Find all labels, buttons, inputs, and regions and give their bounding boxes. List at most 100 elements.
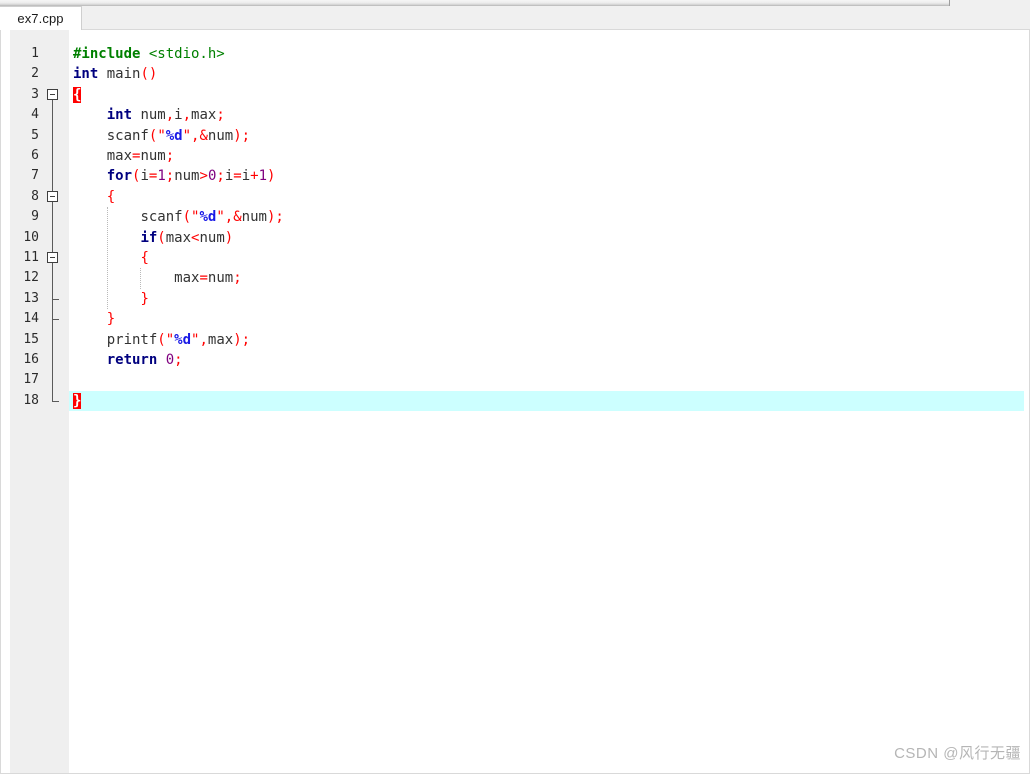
line-number: 16 (23, 352, 39, 367)
code-line: printf("%d",max); (103, 330, 250, 350)
code-token: i (241, 168, 251, 185)
line-number: 17 (23, 372, 39, 388)
code-token: max (106, 148, 133, 164)
indent-guide-if-block (140, 268, 142, 289)
code-token: , (199, 331, 208, 348)
code-token: ; (233, 270, 242, 287)
code-token: max (207, 331, 234, 348)
code-token: int (106, 107, 133, 124)
line-number-gutter[interactable]: 1 2 3 4 5 6 7 8 9 10 11 12 13 14 15 16 17 18 (10, 30, 69, 773)
code-line: #include <stdio.h> (69, 44, 225, 64)
code-token: ; (241, 331, 251, 348)
tab-bar: ex7.cpp (0, 6, 1030, 30)
code-line: int num,i,max; (103, 105, 225, 125)
code-token: 1 (258, 168, 267, 185)
line-number: 15 (23, 331, 39, 347)
code-token: scanf (140, 209, 183, 226)
code-token: num (174, 168, 200, 185)
tab-label: ex7.cpp (17, 11, 64, 26)
code-token: , (182, 107, 192, 124)
code-token: 0 (165, 352, 175, 368)
code-token: num (199, 229, 225, 246)
code-token: i (140, 168, 149, 185)
code-token: > (199, 168, 208, 185)
line-number: 18 (23, 392, 39, 408)
code-token: , (224, 209, 234, 226)
code-token: ; (174, 352, 183, 368)
watermark-text: CSDN @风行无疆 (894, 745, 1021, 762)
tab-ex7-cpp[interactable]: ex7.cpp (0, 6, 82, 30)
code-token: scanf (106, 127, 149, 144)
code-line: max=num; (170, 268, 241, 288)
line-number: 2 (31, 66, 39, 82)
code-token: & (199, 127, 208, 144)
line-number: 4 (31, 107, 39, 123)
code-token: #include (73, 46, 149, 62)
code-token: printf (106, 331, 158, 348)
code-token: %d (174, 331, 192, 348)
tab-strip-background (0, 23, 1030, 30)
code-token: max (174, 270, 200, 287)
line-number: 13 (23, 290, 39, 306)
code-line: } (69, 391, 82, 411)
code-text-area[interactable]: #include <stdio.h> int main(){int num,i,m… (69, 30, 1029, 773)
code-token: for (106, 168, 133, 185)
line-number: 9 (31, 209, 39, 225)
code-token: ) (224, 229, 234, 246)
code-token: num (207, 127, 234, 144)
code-editor[interactable]: 1 2 3 4 5 6 7 8 9 10 11 12 13 14 15 16 17 18 #include <st… (0, 30, 1030, 774)
code-line: max=num; (103, 146, 174, 166)
code-token: return (106, 352, 158, 368)
code-token: i (224, 168, 234, 185)
line-number: 5 (31, 127, 39, 143)
code-token: { (106, 188, 116, 205)
code-token: ) (233, 127, 242, 144)
line-number: 12 (23, 270, 39, 286)
line-number: 10 (23, 229, 39, 245)
code-token: } (140, 290, 149, 307)
code-token: int (73, 66, 99, 83)
code-token: ( (157, 229, 166, 246)
code-token: } (106, 311, 116, 328)
code-line: } (103, 309, 115, 329)
code-line: } (136, 289, 148, 309)
indent-guide-for-block (106, 207, 109, 310)
code-line: return 0; (103, 350, 183, 370)
code-token: <stdio.h> (148, 46, 225, 62)
code-token: " (182, 127, 192, 144)
code-token: num (140, 148, 166, 164)
code-line: { (103, 187, 115, 207)
code-line: scanf("%d",&num); (103, 126, 250, 146)
code-token: { (140, 250, 149, 266)
code-token: " (157, 127, 166, 144)
code-token: () (140, 66, 158, 83)
code-token: } (73, 392, 82, 409)
line-number: 3 (31, 86, 39, 102)
line-number: 6 (31, 148, 39, 163)
code-token: , (165, 107, 175, 124)
code-line: if(max<num) (136, 228, 233, 248)
code-token: 1 (157, 168, 166, 185)
code-token: = (199, 270, 208, 287)
code-token: + (250, 168, 259, 185)
code-token: " (216, 209, 225, 226)
code-token: ; (275, 209, 284, 226)
code-token: ; (216, 168, 225, 185)
code-token: i (174, 107, 183, 124)
code-token: ( (182, 209, 192, 226)
code-line: { (69, 85, 82, 105)
code-token: ; (216, 107, 225, 124)
code-token: max (191, 107, 217, 124)
code-token: ; (241, 127, 251, 144)
code-token: & (233, 209, 242, 226)
line-number: 7 (31, 168, 39, 184)
code-token: num (132, 107, 166, 124)
code-token: %d (165, 127, 183, 144)
code-line: for(i=1;num>0;i=i+1) (103, 166, 276, 186)
code-token: ; (165, 148, 175, 164)
code-line: scanf("%d",&num); (136, 207, 283, 227)
code-token: num (241, 209, 267, 226)
current-line-highlight (69, 390, 1024, 412)
